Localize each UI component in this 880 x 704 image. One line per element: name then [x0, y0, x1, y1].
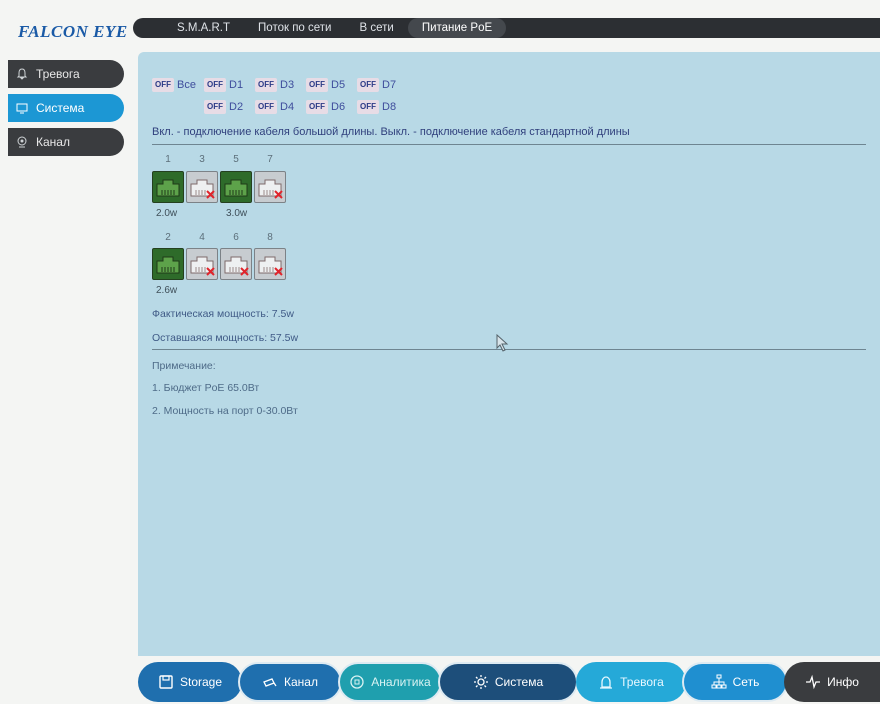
ethernet-port-disconnected-icon [224, 256, 249, 276]
nav-info-button[interactable]: Инфо [784, 662, 880, 702]
note-title: Примечание: [152, 360, 216, 372]
ethernet-port-3[interactable] [186, 171, 218, 203]
nav-alarm-button[interactable]: Тревога [576, 662, 686, 702]
falcon-eye-logo: FALCON EYE [18, 22, 128, 41]
toggle-label-all: Все [177, 79, 196, 91]
tab-online[interactable]: В сети [345, 18, 407, 38]
divider [152, 144, 866, 145]
ethernet-port-disconnected-icon [190, 256, 215, 276]
ethernet-port-disconnected-icon [190, 179, 215, 199]
toggle-label-d1: D1 [229, 79, 244, 91]
sidebar-item-alarm[interactable]: Тревога [8, 60, 124, 88]
ethernet-port-6[interactable] [220, 248, 252, 280]
ethernet-port-disconnected-icon [258, 256, 283, 276]
nav-channel-button[interactable]: Канал [238, 662, 342, 702]
off-toggle-d4[interactable]: OFF [255, 100, 277, 114]
sidebar-item-label: Система [36, 101, 85, 115]
toggle-label-d6: D6 [331, 101, 346, 113]
ethernet-port-5[interactable] [220, 171, 252, 203]
toggle-label-d5: D5 [331, 79, 346, 91]
toggle-label-d2: D2 [229, 101, 244, 113]
ethernet-port-icon [156, 256, 180, 274]
monitor-icon [16, 102, 28, 114]
toggle-label-d3: D3 [280, 79, 295, 91]
nav-label: Система [494, 675, 544, 689]
port-number: 3 [199, 154, 205, 165]
port-2-power: 2.6w [156, 285, 178, 296]
port-number: 2 [165, 232, 171, 243]
nav-label: Storage [179, 675, 223, 689]
port-number: 6 [233, 232, 239, 243]
bottom-navigation: Storage Канал Аналитика Система Тревога … [138, 662, 880, 702]
ethernet-port-icon [156, 179, 180, 197]
nav-label: Тревога [620, 675, 664, 689]
ethernet-port-7[interactable] [254, 171, 286, 203]
port-number: 8 [267, 232, 273, 243]
note-2: 2. Мощность на порт 0-30.0Вт [152, 405, 298, 417]
tab-network-stream[interactable]: Поток по сети [244, 18, 345, 38]
nav-label: Аналитика [371, 675, 431, 689]
ethernet-port-2[interactable] [152, 248, 184, 280]
off-toggle-d7[interactable]: OFF [357, 78, 379, 92]
ethernet-port-8[interactable] [254, 248, 286, 280]
remaining-power: Оставшаяся мощность: 57.5w [152, 332, 299, 344]
network-icon [711, 674, 727, 689]
cable-length-description: Вкл. - подключение кабеля большой длины.… [152, 126, 630, 138]
nav-analytics-button[interactable]: Аналитика [338, 662, 442, 702]
tab-poe-power[interactable]: Питание PoE [407, 18, 507, 38]
webcam-icon [16, 136, 28, 148]
off-toggle-d8[interactable]: OFF [357, 100, 379, 114]
port-number: 7 [267, 154, 273, 165]
ethernet-port-disconnected-icon [258, 179, 283, 199]
sidebar-item-label: Канал [36, 135, 70, 149]
nav-network-button[interactable]: Сеть [682, 662, 788, 702]
port-number: 5 [233, 154, 239, 165]
toggle-label-d7: D7 [382, 79, 397, 91]
toggle-label-d4: D4 [280, 101, 295, 113]
port-1-power: 2.0w [156, 208, 178, 219]
toggle-label-d8: D8 [382, 101, 397, 113]
mouse-cursor-icon [496, 334, 509, 352]
save-icon [159, 675, 173, 689]
off-toggle-d5[interactable]: OFF [306, 78, 328, 92]
tab-smart[interactable]: S.M.A.R.T [163, 18, 244, 38]
off-toggle-all[interactable]: OFF [152, 78, 174, 92]
pulse-icon [806, 674, 821, 690]
sidebar-item-system[interactable]: Система [8, 94, 124, 122]
off-toggle-d6[interactable]: OFF [306, 100, 328, 114]
nav-storage-button[interactable]: Storage [138, 662, 242, 702]
actual-power: Фактическая мощность: 7.5w [152, 308, 294, 320]
port-number: 4 [199, 232, 205, 243]
poe-settings-panel: OFF Все OFF D1 OFF D3 OFF D5 OFF D7 OFF … [138, 52, 880, 656]
alarm-icon [600, 676, 613, 689]
nav-label: Сеть [732, 675, 760, 689]
sidebar-item-label: Тревога [36, 67, 80, 81]
ethernet-port-4[interactable] [186, 248, 218, 280]
off-toggle-d3[interactable]: OFF [255, 78, 277, 92]
off-toggle-d2[interactable]: OFF [204, 100, 226, 114]
off-toggle-d1[interactable]: OFF [204, 78, 226, 92]
port-5-power: 3.0w [226, 208, 248, 219]
gear-icon [473, 675, 488, 689]
ethernet-port-1[interactable] [152, 171, 184, 203]
sidebar-item-channel[interactable]: Канал [8, 128, 124, 156]
note-1: 1. Бюджет PoE 65.0Вт [152, 382, 260, 394]
ethernet-port-icon [224, 179, 248, 197]
camera-icon [263, 678, 277, 687]
nav-system-button[interactable]: Система [438, 662, 578, 702]
port-number: 1 [165, 154, 171, 165]
nav-label: Инфо [827, 675, 859, 689]
analytics-icon [350, 675, 364, 689]
bell-icon [16, 68, 28, 80]
top-tab-bar: S.M.A.R.T Поток по сети В сети Питание P… [133, 18, 880, 38]
nav-label: Канал [284, 675, 318, 689]
